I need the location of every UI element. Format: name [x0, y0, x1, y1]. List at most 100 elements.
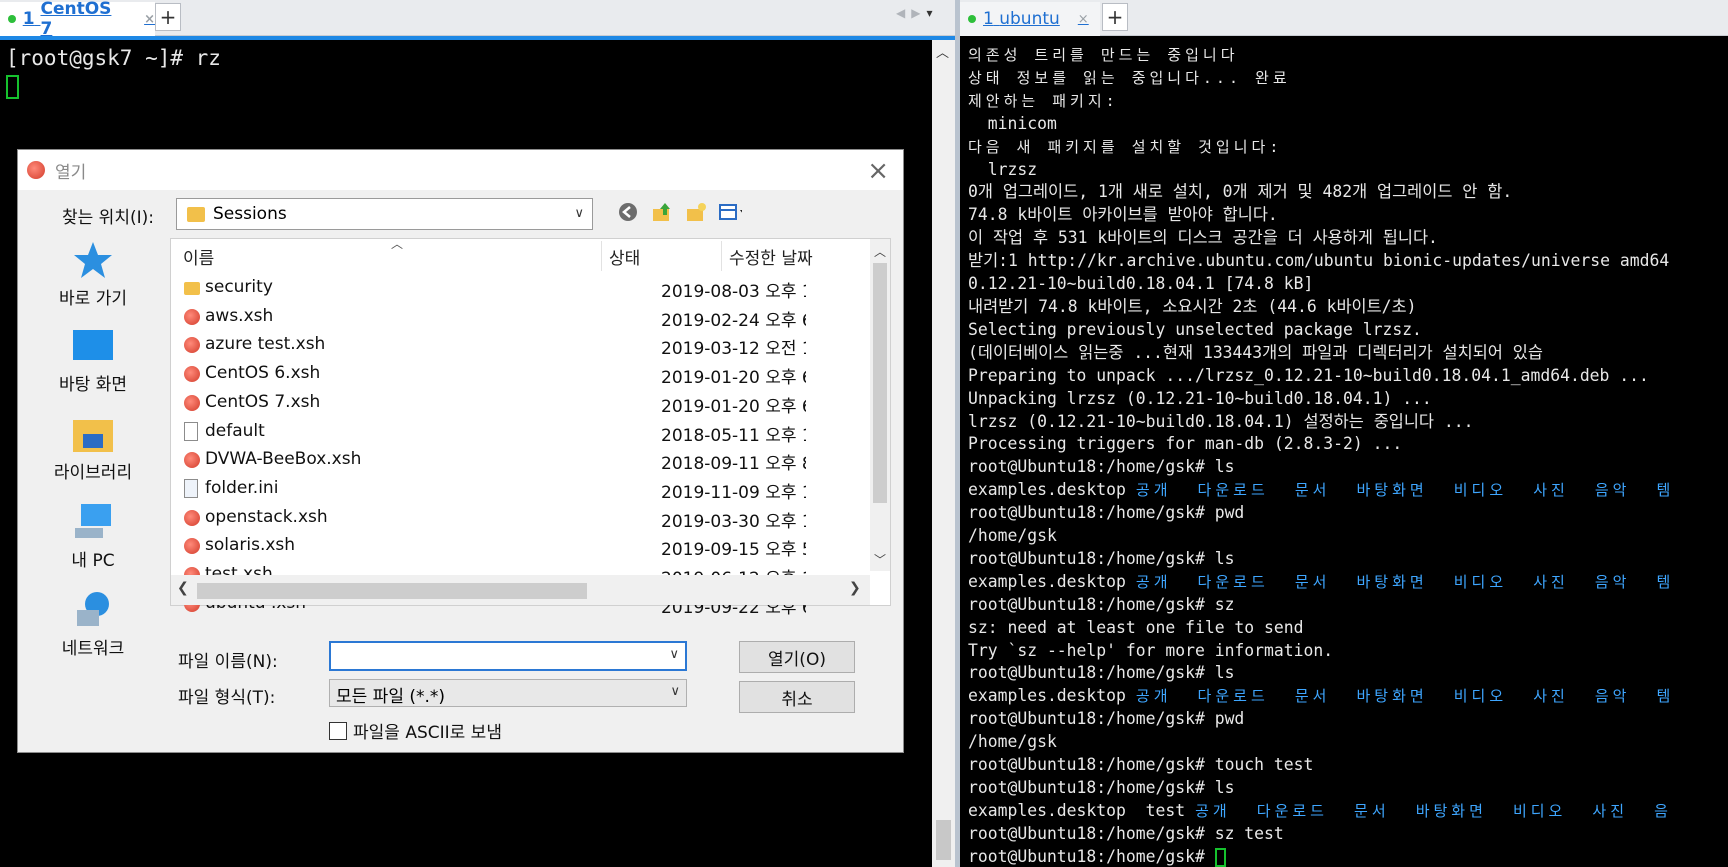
file-row[interactable]: default 2018-05-11 오후 10: [171, 419, 861, 447]
terminal-line-text: examples.desktop test: [968, 800, 1186, 820]
cancel-button[interactable]: 취소: [739, 681, 855, 713]
place-this-pc[interactable]: 내 PC: [28, 502, 158, 571]
place-network[interactable]: 네트워크: [28, 590, 158, 659]
xshell-session-icon: [184, 538, 200, 555]
file-list[interactable]: 이름 ︿ 상태 수정한 날짜 security 2019-08-03 오후 11:…: [170, 237, 891, 618]
tab-prev-icon[interactable]: ◀: [896, 6, 911, 20]
up-folder-icon[interactable]: [650, 200, 674, 224]
file-name: DVWA-BeeBox.xsh: [205, 449, 362, 470]
terminal-line: root@Ubuntu18:/home/gsk# pwd: [968, 502, 1674, 525]
file-modified-date: 2019-11-09 오후 10: [661, 482, 806, 503]
file-name: openstack.xsh: [205, 506, 328, 527]
file-row[interactable]: folder.ini 2019-11-09 오후 10: [171, 476, 861, 504]
file-modified-date: 2019-08-03 오후 11:: [661, 282, 806, 302]
terminal-line-text: examples.desktop: [968, 686, 1126, 706]
file-row[interactable]: DVWA-BeeBox.xsh 2018-09-11 오후 8:5: [171, 447, 861, 475]
terminal-line-text: /home/gsk: [968, 732, 1057, 752]
open-button[interactable]: 열기(O): [739, 641, 855, 673]
terminal-line-text: lrzsz (0.12.21-10~build0.18.04.1) 설정하는 중…: [968, 411, 1474, 431]
terminal-line: examples.desktop 공개 다운로드 문서 바탕화면 비디오 사진 음…: [968, 571, 1674, 594]
terminal-line-text: lrzsz: [968, 159, 1038, 179]
tab-close-icon[interactable]: ×: [144, 12, 155, 27]
tab-ubuntu[interactable]: 1 ubuntu ×: [960, 2, 1100, 36]
new-folder-icon[interactable]: [684, 200, 708, 224]
new-tab-button[interactable]: +: [155, 3, 181, 31]
terminal-line-text: (데이터베이스 읽는중 ...현재 133443개의 파일과 디렉터리가 설치되…: [968, 342, 1543, 362]
new-tab-button[interactable]: +: [1102, 3, 1128, 31]
file-name: CentOS 7.xsh: [205, 391, 321, 412]
place-desktop[interactable]: 바탕 화면: [28, 326, 158, 395]
library-icon: [71, 414, 115, 454]
terminal-line: root@Ubuntu18:/home/gsk# ls: [968, 456, 1674, 479]
terminal-line: Try `sz --help' for more information.: [968, 640, 1674, 663]
left-terminal-output[interactable]: [root@gsk7 ~]# rz: [6, 44, 221, 100]
filetype-label: 파일 형식(T):: [178, 688, 276, 708]
chevron-down-icon: ∨: [574, 206, 584, 221]
left-terminal-scrollbar[interactable]: ︿ ﹀: [932, 40, 955, 867]
open-file-dialog: 열기 × 찾는 위치(I): Sessions ∨ 바로 가기 바탕 화면 라이…: [17, 149, 904, 753]
terminal-line: root@Ubuntu18:/home/gsk# touch test: [968, 754, 1674, 777]
place-quick-access[interactable]: 바로 가기: [28, 240, 158, 309]
back-icon[interactable]: [616, 200, 640, 224]
tab-centos7[interactable]: 1 CentOS 7 ×: [0, 0, 155, 39]
dialog-close-button[interactable]: ×: [867, 156, 889, 186]
tab-close-icon[interactable]: ×: [1078, 12, 1089, 27]
scroll-left-icon[interactable]: ❮: [177, 580, 189, 596]
places-bar: 바로 가기 바탕 화면 라이브러리 내 PC 네트워크: [28, 240, 158, 710]
terminal-line-text: root@Ubuntu18:/home/gsk# ls: [968, 457, 1235, 477]
terminal-line-text: root@Ubuntu18:/home/gsk#: [968, 846, 1215, 866]
terminal-line-text: root@Ubuntu18:/home/gsk# touch test: [968, 755, 1314, 775]
terminal-line: Processing triggers for man-db (2.8.3-2)…: [968, 433, 1674, 456]
file-row[interactable]: aws.xsh 2019-02-24 오후 6:4: [171, 304, 861, 332]
terminal-line-text: Processing triggers for man-db (2.8.3-2)…: [968, 434, 1403, 454]
file-row[interactable]: solaris.xsh 2019-09-15 오후 5:4: [171, 533, 861, 561]
file-row[interactable]: security 2019-08-03 오후 11:: [171, 275, 861, 303]
scroll-up-icon[interactable]: ︿: [874, 243, 886, 260]
terminal-line: sz: need at least one file to send: [968, 617, 1674, 640]
terminal-line: root@Ubuntu18:/home/gsk# pwd: [968, 708, 1674, 731]
file-name: folder.ini: [205, 477, 279, 498]
file-row[interactable]: CentOS 7.xsh 2019-01-20 오후 6:4: [171, 390, 861, 418]
place-label: 바로 가기: [59, 289, 127, 309]
file-list-horizontal-scrollbar[interactable]: ❮ ❯: [171, 575, 870, 605]
dialog-titlebar[interactable]: 열기 ×: [18, 150, 903, 190]
scroll-down-icon[interactable]: ﹀: [874, 551, 886, 568]
tab-next-icon[interactable]: ▶: [911, 6, 926, 20]
file-name: azure test.xsh: [205, 334, 326, 355]
right-terminal-output[interactable]: 의존성 트리를 만드는 중입니다 상태 정보를 읽는 중입니다... 완료 제안하는…: [968, 44, 1674, 867]
terminal-line: 내려받기 74.8 k바이트, 소요시간 2초 (44.6 k바이트/초): [968, 296, 1674, 319]
terminal-line-text: Try `sz --help' for more information.: [968, 640, 1334, 660]
scroll-up-icon[interactable]: ︿: [936, 42, 949, 61]
tab-list-dropdown-icon[interactable]: ▾: [926, 6, 932, 20]
ascii-checkbox[interactable]: 파일을 ASCII로 보냄: [329, 718, 502, 743]
terminal-line-text: root@Ubuntu18:/home/gsk# sz test: [968, 823, 1284, 843]
scrollbar-thumb[interactable]: [936, 820, 951, 860]
file-row[interactable]: azure test.xsh 2019-03-12 오전 12: [171, 332, 861, 360]
chevron-down-icon[interactable]: ∨: [669, 647, 679, 662]
column-label: 이름: [183, 248, 215, 269]
column-header-name[interactable]: 이름: [183, 239, 543, 273]
scroll-right-icon[interactable]: ❯: [849, 580, 861, 596]
column-header-modified[interactable]: 수정한 날짜: [729, 239, 869, 273]
terminal-line: root@Ubuntu18:/home/gsk#: [968, 846, 1674, 867]
scrollbar-thumb[interactable]: [873, 263, 887, 503]
active-tab-underline: [0, 36, 955, 40]
filename-input[interactable]: ∨: [329, 641, 687, 671]
terminal-line: root@Ubuntu18:/home/gsk# ls: [968, 777, 1674, 800]
scrollbar-thumb[interactable]: [197, 583, 587, 599]
checkbox-box[interactable]: [329, 721, 347, 740]
terminal-line: 제안하는 패키지:: [968, 90, 1674, 113]
view-menu-icon[interactable]: [718, 200, 742, 224]
file-row[interactable]: openstack.xsh 2019-03-30 오후 11:: [171, 505, 861, 533]
place-libraries[interactable]: 라이브러리: [28, 414, 158, 483]
file-name: security: [205, 277, 273, 297]
column-header-status[interactable]: 상태: [609, 239, 699, 273]
file-list-vertical-scrollbar[interactable]: ︿ ﹀: [870, 239, 890, 571]
file-name: CentOS 6.xsh: [205, 363, 321, 384]
look-in-dropdown[interactable]: Sessions ∨: [176, 198, 593, 230]
file-row[interactable]: CentOS 6.xsh 2019-01-20 오후 6:3: [171, 361, 861, 389]
left-tab-bar: 1 CentOS 7 × + ◀▶▾: [0, 0, 955, 39]
place-label: 내 PC: [71, 551, 115, 571]
terminal-line-text: 이 작업 후 531 k바이트의 디스크 공간을 더 사용하게 됩니다.: [968, 228, 1438, 248]
filetype-dropdown[interactable]: 모든 파일 (*.*) ∨: [329, 679, 687, 707]
